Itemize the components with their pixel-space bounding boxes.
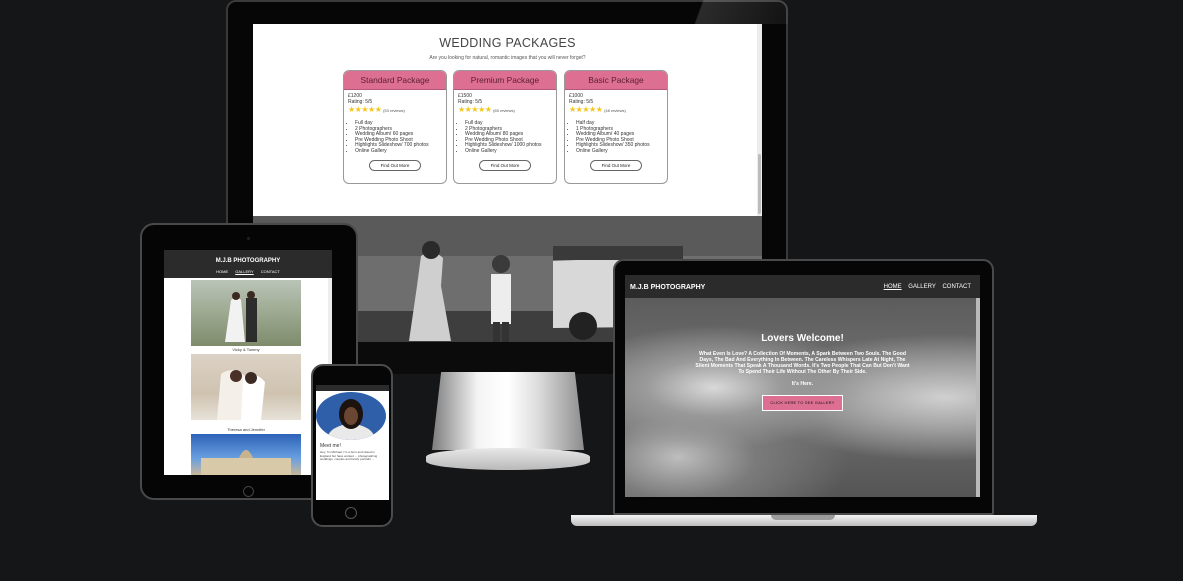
see-gallery-button[interactable]: CLICK HERE TO SEE GALLERY bbox=[762, 395, 843, 411]
gallery-photo[interactable] bbox=[191, 280, 301, 346]
couple-field-illustration bbox=[225, 291, 257, 342]
phone-home-button bbox=[345, 507, 357, 519]
package-card-premium: Premium Package £1500 Rating: 5/5 ★★★★★ … bbox=[453, 70, 557, 184]
tablet-logo[interactable]: M.J.B PHOTOGRAPHY bbox=[164, 258, 332, 264]
feature-list: Full day 2 Photographers Wedding Album/ … bbox=[458, 120, 552, 155]
review-count: (65 reviews) bbox=[493, 108, 515, 113]
laptop-logo[interactable]: M.J.B PHOTOGRAPHY bbox=[630, 284, 705, 291]
rating-stars: ★★★★★ (53 reviews) bbox=[348, 105, 442, 116]
tablet-nav: HOME GALLERY CONTACT bbox=[164, 269, 332, 274]
rating-stars: ★★★★★ (65 reviews) bbox=[458, 105, 552, 116]
laptop-nav: HOME GALLERY CONTACT bbox=[879, 284, 971, 290]
gallery-photo[interactable] bbox=[191, 354, 301, 420]
brides-kiss-illustration bbox=[217, 370, 265, 420]
monitor-foot bbox=[426, 448, 590, 470]
nav-contact[interactable]: CONTACT bbox=[261, 269, 280, 274]
scrollbar-thumb[interactable] bbox=[758, 154, 761, 214]
feature-list: Full day 2 Photographers Wedding Album/ … bbox=[348, 120, 442, 155]
phone-header bbox=[316, 385, 389, 391]
find-out-more-button[interactable]: Find Out More bbox=[590, 159, 642, 171]
feature-item: Online Gallery bbox=[465, 148, 552, 155]
laptop-notch bbox=[771, 515, 835, 520]
nav-home[interactable]: HOME bbox=[884, 284, 902, 290]
hero-tagline: It's Here. bbox=[791, 381, 814, 387]
profile-photo bbox=[316, 392, 386, 440]
packages-subtitle: Are you looking for natural, romantic im… bbox=[429, 55, 586, 61]
laptop-screen: M.J.B PHOTOGRAPHY HOME GALLERY CONTACT L… bbox=[625, 275, 980, 497]
package-name: Premium Package bbox=[454, 71, 556, 90]
package-card-basic: Basic Package £1000 Rating: 5/5 ★★★★★ (4… bbox=[564, 70, 668, 184]
package-card-standard: Standard Package £1200 Rating: 5/5 ★★★★★… bbox=[343, 70, 447, 184]
photo-caption: Vicky & Tommy bbox=[232, 347, 260, 352]
package-name: Basic Package bbox=[565, 71, 667, 90]
star-icons: ★★★★★ bbox=[348, 105, 382, 114]
hero-text: What Even Is Love? A Collection Of Momen… bbox=[695, 351, 910, 375]
tablet-screen: M.J.B PHOTOGRAPHY HOME GALLERY CONTACT V… bbox=[164, 250, 332, 475]
device-mockup-showcase: WEDDING PACKAGES Are you looking for nat… bbox=[0, 0, 1183, 581]
find-out-more-button[interactable]: Find Out More bbox=[479, 159, 531, 171]
about-text: Hey, I'm Michael. I'm a born and raised … bbox=[320, 450, 378, 462]
hero-title: Lovers Welcome! bbox=[761, 333, 844, 344]
monitor-stand bbox=[432, 372, 584, 450]
meet-me-heading: Meet me! bbox=[320, 443, 341, 449]
nav-home[interactable]: HOME bbox=[216, 269, 228, 274]
palace-illustration bbox=[201, 450, 291, 475]
star-icons: ★★★★★ bbox=[458, 105, 492, 114]
packages-title: WEDDING PACKAGES bbox=[439, 36, 576, 50]
nav-gallery[interactable]: GALLERY bbox=[235, 269, 253, 274]
tablet-home-button bbox=[243, 486, 254, 497]
gallery-photo[interactable] bbox=[191, 434, 301, 475]
phone-screen: Meet me! Hey, I'm Michael. I'm a born an… bbox=[316, 385, 389, 500]
find-out-more-button[interactable]: Find Out More bbox=[369, 159, 421, 171]
tablet-camera bbox=[247, 237, 250, 240]
portrait-illustration bbox=[327, 399, 375, 440]
nav-gallery[interactable]: GALLERY bbox=[908, 284, 935, 290]
star-icons: ★★★★★ bbox=[569, 105, 603, 114]
review-count: (48 reviews) bbox=[604, 108, 626, 113]
nav-contact[interactable]: CONTACT bbox=[942, 284, 971, 290]
feature-item: Online Gallery bbox=[576, 148, 663, 155]
feature-item: Online Gallery bbox=[355, 148, 442, 155]
feature-list: Half day 1 Photographers Wedding Album/ … bbox=[569, 120, 663, 155]
review-count: (53 reviews) bbox=[383, 108, 405, 113]
package-name: Standard Package bbox=[344, 71, 446, 90]
photo-caption: Theresa and Jennifer bbox=[227, 427, 265, 432]
monitor-sheen bbox=[640, 0, 788, 24]
laptop-scrollbar[interactable] bbox=[976, 298, 980, 497]
rating-stars: ★★★★★ (48 reviews) bbox=[569, 105, 663, 116]
